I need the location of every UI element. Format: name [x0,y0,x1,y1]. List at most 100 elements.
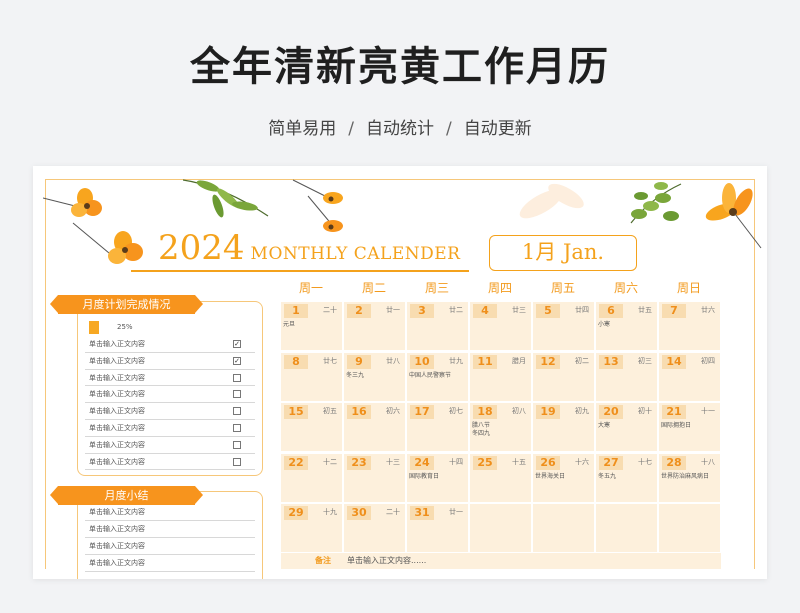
day-cell[interactable]: 1 二十 元旦 [281,302,342,350]
task-row[interactable]: 单击输入正文内容 [85,420,255,437]
day-number: 25 [473,455,497,470]
notes-text[interactable]: 单击输入正文内容...... [347,553,426,569]
day-cell[interactable]: 11 腊月 [470,352,531,401]
day-cell[interactable]: 5 廿四 [533,302,594,350]
task-text[interactable]: 单击输入正文内容 [89,458,145,466]
summary-row[interactable]: 单击输入正文内容 [85,555,255,572]
task-row[interactable]: 单击输入正文内容 [85,454,255,471]
day-cell[interactable]: 24 十四 国际教育日 [407,453,468,502]
task-row[interactable]: 单击输入正文内容 [85,437,255,454]
day-number: 22 [284,455,308,470]
task-text[interactable]: 单击输入正文内容 [89,390,145,398]
summary-row[interactable]: 单击输入正文内容 [85,538,255,555]
day-cell[interactable]: 22 十二 [281,453,342,502]
day-cell[interactable]: 20 初十 大寒 [596,403,657,451]
day-number: 12 [536,354,560,369]
lunar-date: 初五 [323,407,337,415]
day-number: 29 [284,506,308,520]
day-cell[interactable]: 2 廿一 [344,302,405,350]
lunar-date: 廿七 [323,356,337,365]
task-text[interactable]: 单击输入正文内容 [89,357,145,365]
day-cell[interactable]: 7 廿六 [659,302,720,350]
empty-day-cell[interactable] [659,504,720,552]
summary-row[interactable]: 单击输入正文内容 [85,504,255,521]
task-checkbox[interactable]: ✓ [233,340,241,348]
empty-day-cell[interactable] [596,504,657,552]
day-cell[interactable]: 12 初二 [533,352,594,401]
year-number: 2024 [158,228,245,268]
calendar-subtitle: MONTHLY CALENDER [250,244,461,264]
day-cell[interactable]: 26 十六 世界海关日 [533,453,594,502]
day-cell[interactable]: 6 廿五 小寒 [596,302,657,350]
day-cell[interactable]: 4 廿三 [470,302,531,350]
lunar-date: 十九 [323,508,337,516]
day-cell[interactable]: 14 初四 [659,352,720,401]
weekday-label: 周六 [613,281,638,295]
lunar-date: 廿三 [512,306,526,314]
day-cell[interactable]: 8 廿七 [281,352,342,401]
day-cell[interactable]: 23 十三 [344,453,405,502]
day-number: 23 [347,455,371,470]
festival-list: 大寒 [598,422,656,430]
day-number: 28 [662,455,686,470]
day-cell[interactable]: 19 初九 [533,403,594,451]
task-text[interactable]: 单击输入正文内容 [89,340,145,348]
day-number: 21 [662,405,686,419]
festival-list: 冬三九 [346,372,404,380]
day-cell[interactable]: 18 初八 腊八节 冬四九 [470,403,531,451]
day-cell[interactable]: 9 廿八 冬三九 [344,352,405,401]
festival-list: 冬五九 [598,473,656,481]
day-cell[interactable]: 21 十一 国际拥抱日 [659,403,720,451]
day-cell[interactable]: 27 十七 冬五九 [596,453,657,502]
task-row[interactable]: 单击输入正文内容 [85,403,255,420]
task-text[interactable]: 单击输入正文内容 [89,374,145,382]
day-cell[interactable]: 28 十八 世界防治麻风病日 [659,453,720,502]
lunar-date: 十七 [638,457,652,466]
festival-label: 元旦 [283,321,296,328]
day-cell[interactable]: 17 初七 [407,403,468,451]
task-row[interactable]: 单击输入正文内容 [85,370,255,387]
day-cell[interactable]: 29 十九 [281,504,342,552]
lunar-date: 初四 [701,356,715,365]
day-cell[interactable]: 10 廿九 中国人民警察节 [407,352,468,401]
task-checkbox[interactable]: ✓ [233,356,241,365]
festival-label: 世界海关日 [535,472,566,480]
task-checkbox[interactable] [233,423,241,432]
day-cell[interactable]: 13 初三 [596,352,657,401]
day-cell[interactable]: 31 廿一 [407,504,468,552]
day-number: 31 [410,506,434,520]
task-row[interactable]: 单击输入正文内容 [85,386,255,404]
progress-percent: 25% [117,323,133,331]
day-cell[interactable]: 30 二十 [344,504,405,552]
task-checkbox[interactable] [233,390,241,399]
day-cell[interactable]: 16 初六 [344,403,405,451]
weekday-label: 周日 [676,281,701,295]
lunar-date: 十八 [701,457,715,466]
day-number: 4 [473,304,497,318]
day-cell[interactable]: 3 廿二 [407,302,468,350]
month-label[interactable]: 1月 Jan. [489,235,637,271]
day-number: 13 [599,354,623,369]
notes-bar[interactable]: 备注 单击输入正文内容...... [281,553,721,569]
day-number: 19 [536,405,560,419]
calendar-sheet: 2024 MONTHLY CALENDER 1月 Jan. 月度计划完成情况 25… [33,166,767,579]
festival-list: 腊八节 冬四九 [472,422,530,438]
task-text[interactable]: 单击输入正文内容 [89,441,145,449]
task-row[interactable]: 单击输入正文内容 ✓ [85,336,255,353]
task-checkbox[interactable] [233,407,241,416]
task-checkbox[interactable] [233,457,241,466]
task-list: 单击输入正文内容 ✓ 单击输入正文内容 ✓ 单击输入正文内容 单击输入正文内容 单击输入正文… [85,336,255,471]
empty-day-cell[interactable] [533,504,594,552]
summary-row[interactable]: 单击输入正文内容 [85,521,255,538]
task-checkbox[interactable] [233,373,241,382]
hero-subtitle: 简单易用 / 自动统计 / 自动更新 [0,114,800,139]
task-text[interactable]: 单击输入正文内容 [89,407,145,415]
task-text[interactable]: 单击输入正文内容 [89,424,145,432]
task-row[interactable]: 单击输入正文内容 ✓ [85,353,255,370]
task-checkbox[interactable] [233,440,241,449]
separator: / [348,119,354,139]
empty-day-cell[interactable] [470,504,531,552]
lunar-date: 十三 [386,457,400,466]
day-cell[interactable]: 25 十五 [470,453,531,502]
day-cell[interactable]: 15 初五 [281,403,342,451]
